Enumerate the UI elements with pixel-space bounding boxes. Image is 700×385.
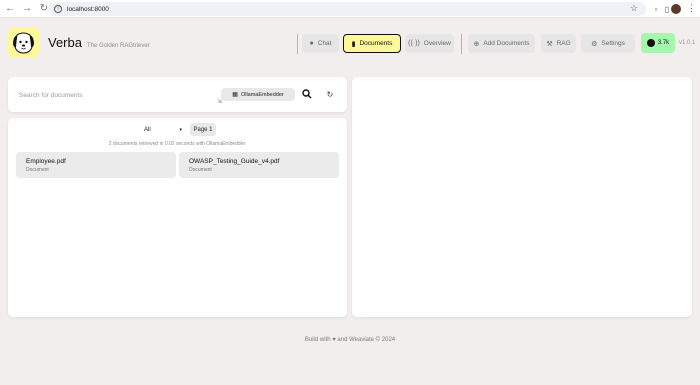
profile-avatar[interactable] xyxy=(671,4,681,14)
add-documents-label: Add Documents xyxy=(483,40,530,47)
add-documents-button[interactable]: ⊕ Add Documents xyxy=(468,34,535,53)
settings-label: Settings xyxy=(601,40,625,47)
rag-label: RAG xyxy=(556,40,571,47)
chat-button[interactable]: ● Chat xyxy=(302,34,339,53)
document-item[interactable]: Employee.pdf Document xyxy=(16,152,176,178)
search-icon[interactable] xyxy=(300,87,314,101)
document-type: Document xyxy=(189,167,212,173)
url-text: localhost:8000 xyxy=(67,5,109,13)
rag-button[interactable]: ⚒ RAG xyxy=(541,34,576,53)
page-button[interactable]: Page 1 xyxy=(190,123,216,136)
address-bar[interactable]: i localhost:8000 ☆ xyxy=(48,2,646,16)
wrench-icon: ⚒ xyxy=(546,40,553,48)
github-button[interactable]: 3.7k xyxy=(641,33,675,53)
github-stars: 3.7k xyxy=(657,40,670,46)
version-label: v1.0.1 xyxy=(679,40,696,46)
embedder-label: OllamaEmbedder xyxy=(240,91,284,98)
gear-icon: ⚙ xyxy=(591,40,598,48)
star-icon[interactable]: ☆ xyxy=(630,3,638,14)
app-tagline: The Golden RAGtriever xyxy=(87,43,150,49)
chat-icon: ● xyxy=(309,40,314,47)
documents-button[interactable]: ▮ Documents xyxy=(343,34,401,53)
footer-text: Build with ♥ and Weaviate © 2024 xyxy=(304,337,396,343)
overview-label: Overview xyxy=(423,40,451,47)
document-name: OWASP_Testing_Guide_v4.pdf xyxy=(189,158,280,165)
forward-icon[interactable]: → xyxy=(20,2,34,16)
document-item[interactable]: OWASP_Testing_Guide_v4.pdf Document xyxy=(179,152,339,178)
documents-label: Documents xyxy=(359,40,393,47)
overview-button[interactable]: ((·)) Overview xyxy=(405,34,454,53)
app-title: Verba xyxy=(48,35,82,50)
plus-circle-icon: ⊕ xyxy=(473,40,480,48)
github-icon xyxy=(646,39,655,47)
document-preview-panel xyxy=(352,77,692,317)
settings-button[interactable]: ⚙ Settings xyxy=(581,34,635,53)
search-panel: ⇲ xyxy=(8,77,347,112)
retrieval-status: 2 documents retrieved in 0.02 seconds wi… xyxy=(108,141,247,147)
nav-divider xyxy=(297,34,298,54)
overview-icon: ((·)) xyxy=(408,40,420,47)
search-input[interactable] xyxy=(19,88,215,102)
database-icon: ▦ xyxy=(232,92,238,98)
filter-value: All xyxy=(144,126,151,133)
nav-divider xyxy=(461,34,462,54)
more-icon[interactable]: ⋮ xyxy=(687,3,696,14)
refresh-icon[interactable]: ↻ xyxy=(323,87,337,101)
document-name: Employee.pdf xyxy=(26,158,66,165)
verba-logo xyxy=(8,27,39,58)
embedder-badge[interactable]: ▦ OllamaEmbedder xyxy=(221,88,295,101)
chat-label: Chat xyxy=(317,40,332,47)
document-icon: ▮ xyxy=(351,40,356,48)
back-icon[interactable]: ← xyxy=(3,2,17,16)
filter-select[interactable]: All ▾ xyxy=(140,124,186,135)
document-type: Document xyxy=(26,167,49,173)
info-icon[interactable]: i xyxy=(54,5,62,13)
documents-panel xyxy=(8,118,347,317)
chevron-down-icon: ▾ xyxy=(179,126,182,133)
